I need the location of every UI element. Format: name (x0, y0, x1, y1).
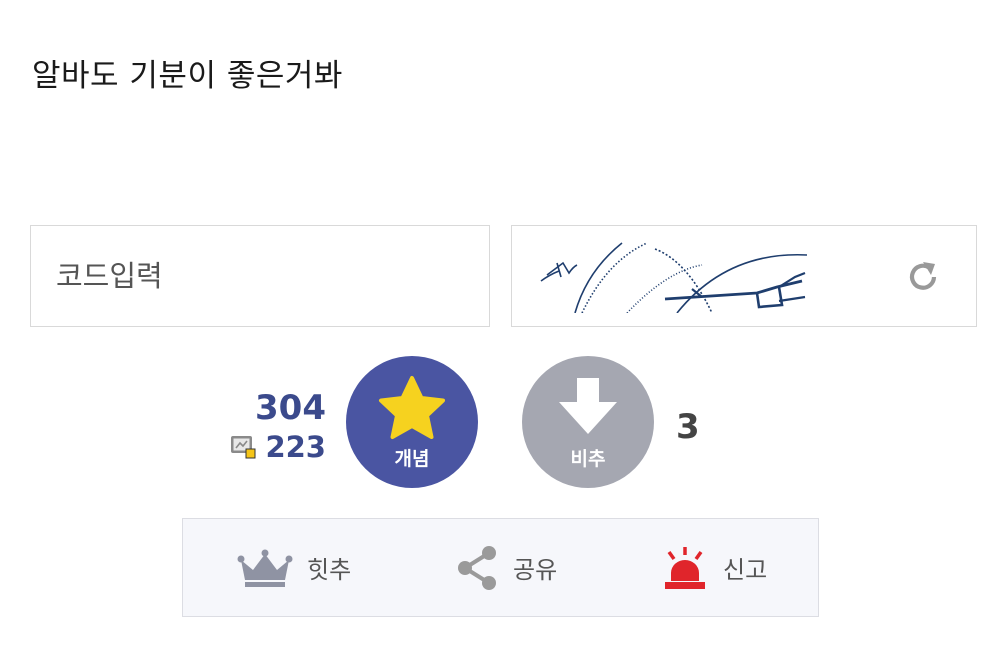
captcha-code-input[interactable] (30, 225, 490, 327)
share-button[interactable]: 공유 (455, 519, 557, 616)
fixed-upvote-count: 223 (265, 430, 326, 464)
captcha-image (540, 242, 807, 313)
fixed-upvote-icon (231, 436, 256, 459)
upvote-label: 개념 (394, 448, 430, 470)
fixed-upvote: 223 (230, 430, 326, 464)
captcha-box (511, 225, 977, 327)
refresh-icon[interactable] (905, 259, 941, 295)
post-text: 알바도 기분이 좋은거봐 (32, 58, 343, 94)
downvote-count: 3 (676, 407, 700, 447)
siren-icon (665, 546, 705, 589)
upvote-button[interactable]: 개념 (346, 356, 478, 488)
share-icon (458, 545, 496, 590)
action-bar: 힛추 공유 신고 (182, 518, 819, 617)
crown-icon (237, 549, 293, 587)
downvote-label: 비추 (570, 448, 606, 470)
vote-row: 304 223 개념 비추 3 (0, 355, 1000, 490)
best-label: 힛추 (307, 556, 352, 584)
best-button[interactable]: 힛추 (237, 519, 351, 616)
report-button[interactable]: 신고 (661, 519, 767, 616)
downvote-button[interactable]: 비추 (522, 356, 654, 488)
share-label: 공유 (513, 556, 558, 584)
upvote-count: 304 (255, 388, 326, 428)
report-label: 신고 (723, 556, 768, 584)
page: 알바도 기분이 좋은거봐 304 (0, 0, 1000, 652)
